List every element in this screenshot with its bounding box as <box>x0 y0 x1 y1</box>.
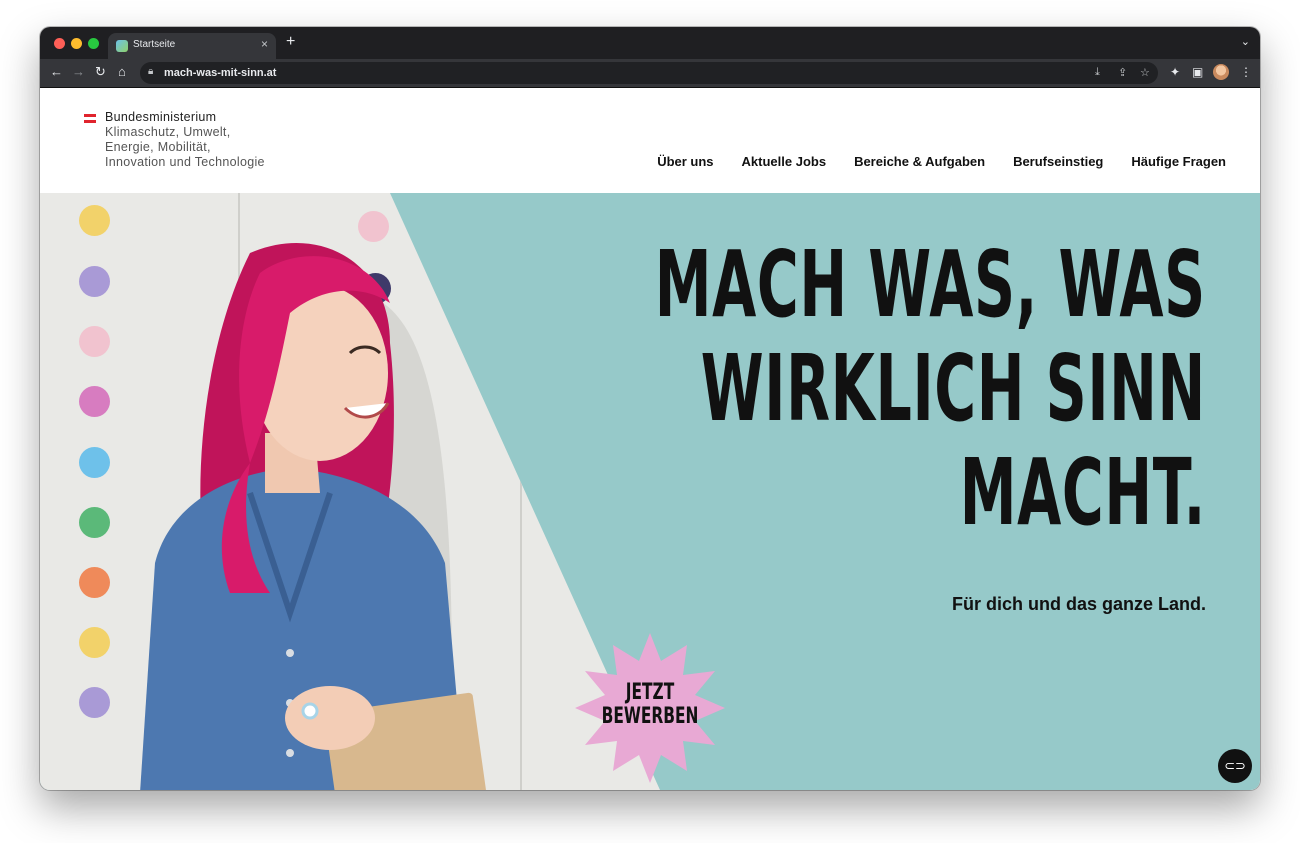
hero-headline: MACH WAS, WAS WIRKLICH SINN MACHT. <box>655 233 1206 545</box>
hero-section: MACH WAS, WAS WIRKLICH SINN MACHT. Für d… <box>40 193 1260 790</box>
extensions-icon[interactable]: ✦ <box>1170 65 1180 79</box>
install-icon[interactable]: ⤓ <box>1095 66 1100 79</box>
site-header: Bundesministerium Klimaschutz, Umwelt, E… <box>40 88 1260 193</box>
nav-item-haeufige-fragen[interactable]: Häufige Fragen <box>1131 154 1226 169</box>
tab-close-icon[interactable]: × <box>261 37 268 51</box>
site-favicon-icon <box>116 40 128 52</box>
profile-avatar[interactable] <box>1213 64 1229 80</box>
badge-line-1: JETZT <box>625 680 675 705</box>
side-panel-icon[interactable]: ▣ <box>1192 65 1203 79</box>
forward-icon[interactable]: → <box>72 64 85 80</box>
hero-person-photo <box>140 243 488 790</box>
home-icon[interactable]: ⌂ <box>118 64 126 80</box>
wall-panel-line <box>520 473 522 790</box>
web-page: Bundesministerium Klimaschutz, Umwelt, E… <box>40 88 1260 790</box>
url-text[interactable]: mach-was-mit-sinn.at <box>164 67 276 79</box>
main-navigation: Über uns Aktuelle Jobs Bereiche & Aufgab… <box>657 154 1226 169</box>
maximize-window-button[interactable] <box>88 38 99 49</box>
chat-bubble-icon[interactable]: ⊂⊃ <box>1218 749 1252 783</box>
nav-item-aktuelle-jobs[interactable]: Aktuelle Jobs <box>742 154 827 169</box>
ministry-logo[interactable]: Bundesministerium Klimaschutz, Umwelt, E… <box>105 110 265 170</box>
address-bar[interactable]: 🔒︎ mach-was-mit-sinn.at ⤓ ⇪ ☆ <box>140 62 1158 84</box>
browser-toolbar: ← → ↻ ⌂ 🔒︎ mach-was-mit-sinn.at ⤓ ⇪ ☆ ✦ … <box>40 59 1260 88</box>
headline-line-2: WIRKLICH SINN <box>700 335 1206 442</box>
close-window-button[interactable] <box>54 38 65 49</box>
headline-line-1: MACH WAS, WAS <box>654 231 1206 338</box>
nav-item-bereiche-aufgaben[interactable]: Bereiche & Aufgaben <box>854 154 985 169</box>
browser-menu-icon[interactable]: ⋮ <box>1240 65 1252 79</box>
reload-icon[interactable]: ↻ <box>95 64 106 80</box>
headline-line-3: MACHT. <box>959 439 1206 546</box>
hero-subline: Für dich und das ganze Land. <box>951 594 1206 614</box>
tab-search-icon[interactable]: ⌄ <box>1241 35 1250 48</box>
ministry-line-4: Innovation und Technologie <box>105 155 265 169</box>
tab-strip: Startseite × + ⌄ <box>40 27 1260 59</box>
new-tab-button[interactable]: + <box>286 33 295 51</box>
share-icon[interactable]: ⇪ <box>1118 66 1127 79</box>
ministry-line-2: Klimaschutz, Umwelt, <box>105 125 231 139</box>
ministry-line-1: Bundesministerium <box>105 110 217 124</box>
bookmark-star-icon[interactable]: ☆ <box>1140 66 1150 79</box>
back-icon[interactable]: ← <box>50 64 63 80</box>
browser-window: Startseite × + ⌄ ← → ↻ ⌂ 🔒︎ mach-was-mit… <box>40 27 1260 790</box>
minimize-window-button[interactable] <box>71 38 82 49</box>
tab-title: Startseite <box>133 39 176 50</box>
decor-dot <box>79 205 110 236</box>
nav-item-berufseinstieg[interactable]: Berufseinstieg <box>1013 154 1103 169</box>
nav-item-ueber-uns[interactable]: Über uns <box>657 154 713 169</box>
lock-icon: 🔒︎ <box>148 66 154 77</box>
ministry-line-3: Energie, Mobilität, <box>105 140 211 154</box>
apply-now-badge[interactable]: JETZT BEWERBEN <box>598 681 703 729</box>
tab-startseite[interactable]: Startseite × <box>108 33 276 59</box>
austrian-flag-icon <box>84 114 96 123</box>
badge-line-2: BEWERBEN <box>601 704 699 729</box>
